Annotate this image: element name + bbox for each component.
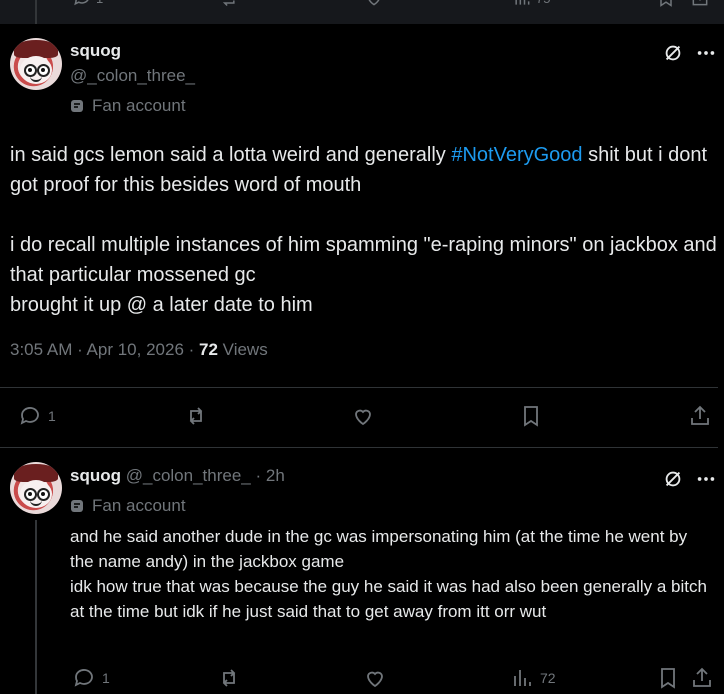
avatar[interactable] [10, 462, 62, 514]
fan-account-text: Fan account [92, 496, 186, 515]
avatar-mouth [30, 500, 42, 506]
views-button[interactable]: 72 [510, 666, 556, 690]
avatar-pupil [41, 68, 45, 72]
bookmark-icon [524, 406, 538, 427]
avatar-pupil [41, 492, 45, 496]
avatar-face [20, 480, 52, 508]
like-icon [355, 409, 371, 426]
share-button[interactable] [690, 0, 710, 8]
retweet-icon [222, 0, 235, 7]
views-icon [514, 670, 531, 686]
tweet-paragraph-2: i do recall multiple instances of him sp… [10, 234, 717, 286]
retweet-button[interactable] [217, 666, 241, 690]
timestamp[interactable]: 3:05 AM · Apr 10, 2026 · [10, 340, 199, 359]
grok-button[interactable] [660, 40, 686, 66]
tweet-paragraph-1: in said gcs lemon said a lotta weird and… [10, 140, 720, 200]
avatar-pupil [28, 492, 32, 496]
share-icon [693, 667, 711, 687]
display-name[interactable]: squog [70, 466, 121, 485]
avatar-pupil [28, 68, 32, 72]
display-name[interactable]: squog [70, 41, 121, 61]
reply-button[interactable]: 1 [72, 0, 103, 8]
avatar-face [20, 56, 52, 84]
retweet-icon [222, 669, 236, 687]
tweet-text-segment: in said gcs lemon said a lotta weird and… [10, 144, 452, 166]
avatar-mouth [30, 76, 42, 82]
fan-badge-icon [71, 100, 83, 112]
previous-tweet-actions: 1 75 [0, 0, 724, 12]
share-icon [692, 0, 708, 6]
reply-icon [74, 0, 89, 6]
reply-button[interactable]: 1 [72, 666, 110, 690]
user-handle[interactable]: @_colon_three_ [70, 66, 195, 86]
bookmark-icon [660, 0, 672, 7]
like-button[interactable] [351, 404, 375, 428]
like-button[interactable] [363, 666, 387, 690]
reply-time[interactable]: · 2h [255, 466, 284, 485]
fan-account-text: Fan account [92, 96, 186, 115]
reply-icon [20, 407, 39, 425]
retweet-button[interactable] [218, 0, 238, 8]
share-icon [691, 405, 709, 425]
retweet-button[interactable] [184, 404, 208, 428]
thread-line [35, 520, 37, 694]
reply-button[interactable]: 1 [18, 404, 56, 428]
share-button[interactable] [690, 666, 714, 690]
grok-icon [665, 45, 681, 61]
like-icon [368, 0, 380, 6]
share-button[interactable] [688, 404, 712, 428]
bookmark-icon [661, 668, 675, 689]
reply-count: 1 [102, 670, 110, 686]
divider [0, 387, 718, 388]
bookmark-button[interactable] [656, 0, 676, 8]
views-button[interactable]: 75 [512, 0, 550, 8]
more-button[interactable] [694, 466, 718, 492]
tweet-text: in said gcs lemon said a lotta weird and… [10, 140, 720, 320]
grok-icon [665, 471, 681, 487]
views-icon [515, 0, 530, 5]
like-button[interactable] [364, 0, 384, 8]
more-icon [697, 477, 715, 481]
bookmark-button[interactable] [656, 666, 680, 690]
user-handle[interactable]: @_colon_three_ [126, 466, 251, 485]
more-button[interactable] [694, 40, 718, 66]
retweet-icon [189, 407, 203, 425]
bookmark-button[interactable] [519, 404, 543, 428]
reply-header: squog @_colon_three_ · 2h [70, 466, 285, 486]
reply-count: 1 [48, 408, 56, 424]
reply-count: 1 [96, 0, 103, 6]
views-count: 75 [536, 0, 550, 6]
reply-icon [74, 669, 93, 687]
views-label: Views [217, 340, 268, 359]
fan-account-label: Fan account [70, 96, 186, 116]
views-count: 72 [199, 340, 218, 359]
tweet-paragraph-3: brought it up @ a later date to him [10, 294, 313, 316]
fan-account-label: Fan account [70, 496, 186, 516]
avatar[interactable] [10, 38, 62, 90]
more-icon [697, 51, 715, 55]
reply-text: and he said another dude in the gc was i… [70, 527, 707, 621]
views-count: 72 [540, 670, 556, 686]
fan-badge-icon [71, 500, 83, 512]
grok-button[interactable] [660, 466, 686, 492]
tweet-metadata: 3:05 AM · Apr 10, 2026 · 72 Views [10, 340, 268, 360]
previous-tweet-strip: 1 75 [0, 0, 724, 24]
like-icon [367, 671, 383, 688]
hashtag-link[interactable]: #NotVeryGood [451, 144, 582, 166]
divider [0, 447, 718, 448]
